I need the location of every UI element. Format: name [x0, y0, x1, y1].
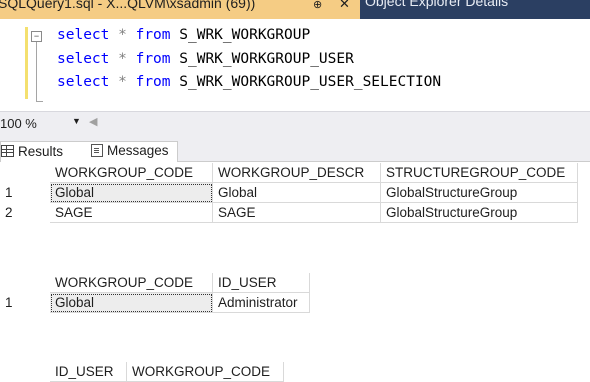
pin-icon[interactable]: ⊕ — [313, 0, 322, 16]
table-cell[interactable]: Administrator — [212, 292, 310, 313]
table-cell[interactable]: SAGE — [50, 202, 213, 223]
table-cell[interactable]: GlobalStructureGroup — [380, 182, 578, 203]
keyword-select: select — [57, 51, 110, 67]
chevron-down-icon[interactable]: ▼ — [72, 116, 81, 126]
document-tab-strip: SQLQuery1.sql - X...QLVM\xsadmin (69)) ⊕… — [0, 0, 590, 19]
table-name: S_WRK_WORKGROUP — [179, 27, 311, 43]
tab-messages-label: Messages — [107, 143, 169, 158]
column-header[interactable]: STRUCTUREGROUP_CODE — [380, 163, 578, 183]
keyword-from: from — [135, 27, 171, 43]
grid-header-row: WORKGROUP_CODE ID_USER — [0, 273, 310, 293]
collapse-icon[interactable]: − — [31, 31, 42, 42]
tab-results-label: Results — [18, 144, 64, 159]
row-number[interactable]: 1 — [0, 293, 50, 313]
result-grid-2[interactable]: WORKGROUP_CODE ID_USER 1 Global Administ… — [0, 273, 310, 313]
table-row[interactable]: 1 Global Global GlobalStructureGroup — [0, 182, 578, 203]
table-cell[interactable]: GlobalStructureGroup — [380, 202, 578, 223]
operator-star: * — [118, 74, 127, 90]
keyword-select: select — [57, 74, 110, 90]
outline-guide — [36, 42, 37, 102]
column-header[interactable]: WORKGROUP_CODE — [126, 362, 284, 382]
code-line[interactable]: select * from S_WRK_WORKGROUP_USER_SELEC… — [57, 74, 441, 90]
tab-title: SQLQuery1.sql - X...QLVM\xsadmin (69)) — [0, 0, 256, 11]
change-indicator-bar — [25, 27, 28, 99]
zoom-level[interactable]: 100 % — [0, 116, 37, 131]
close-icon[interactable]: ✕ — [339, 0, 350, 15]
table-cell[interactable]: Global — [50, 182, 213, 203]
row-number[interactable]: 2 — [0, 203, 50, 223]
outline-guide-end — [36, 101, 43, 102]
grid-header-row: WORKGROUP_CODE WORKGROUP_DESCR STRUCTURE… — [0, 163, 578, 183]
table-row[interactable]: 1 Global Administrator — [0, 292, 310, 313]
grid-header-row: ID_USER WORKGROUP_CODE — [0, 362, 284, 382]
column-header[interactable]: WORKGROUP_DESCR — [212, 163, 381, 183]
keyword-from: from — [135, 51, 171, 67]
column-header[interactable]: ID_USER — [212, 273, 310, 293]
table-cell[interactable]: Global — [212, 182, 381, 203]
row-number[interactable]: 1 — [0, 183, 50, 203]
column-header[interactable]: WORKGROUP_CODE — [50, 163, 213, 183]
column-header[interactable]: ID_USER — [50, 362, 127, 382]
operator-star: * — [118, 51, 127, 67]
result-grid-3[interactable]: ID_USER WORKGROUP_CODE — [0, 362, 284, 382]
table-cell[interactable]: SAGE — [212, 202, 381, 223]
table-name: S_WRK_WORKGROUP_USER — [179, 51, 354, 67]
zoom-bar: 100 % ▼ ◀ — [0, 111, 590, 134]
results-tab-bar: Results Messages — [0, 134, 590, 162]
column-header[interactable]: WORKGROUP_CODE — [50, 273, 213, 293]
table-row[interactable]: 2 SAGE SAGE GlobalStructureGroup — [0, 202, 578, 223]
code-line[interactable]: select * from S_WRK_WORKGROUP — [57, 27, 310, 43]
keyword-from: from — [135, 74, 171, 90]
table-cell[interactable]: Global — [50, 292, 213, 313]
tab-sqlquery1[interactable]: SQLQuery1.sql - X...QLVM\xsadmin (69)) ⊕… — [0, 0, 360, 19]
tab-object-explorer-details[interactable]: Object Explorer Details — [365, 0, 508, 9]
result-grid-1[interactable]: WORKGROUP_CODE WORKGROUP_DESCR STRUCTURE… — [0, 163, 578, 223]
query-editor[interactable]: − select * from S_WRK_WORKGROUP select *… — [0, 19, 590, 111]
grid-icon — [1, 145, 14, 157]
table-name: S_WRK_WORKGROUP_USER_SELECTION — [179, 74, 442, 90]
scroll-left-icon[interactable]: ◀ — [89, 115, 97, 128]
code-line[interactable]: select * from S_WRK_WORKGROUP_USER — [57, 51, 354, 67]
messages-icon — [91, 144, 103, 157]
operator-star: * — [118, 27, 127, 43]
keyword-select: select — [57, 27, 110, 43]
tab-messages[interactable]: Messages — [91, 141, 169, 161]
